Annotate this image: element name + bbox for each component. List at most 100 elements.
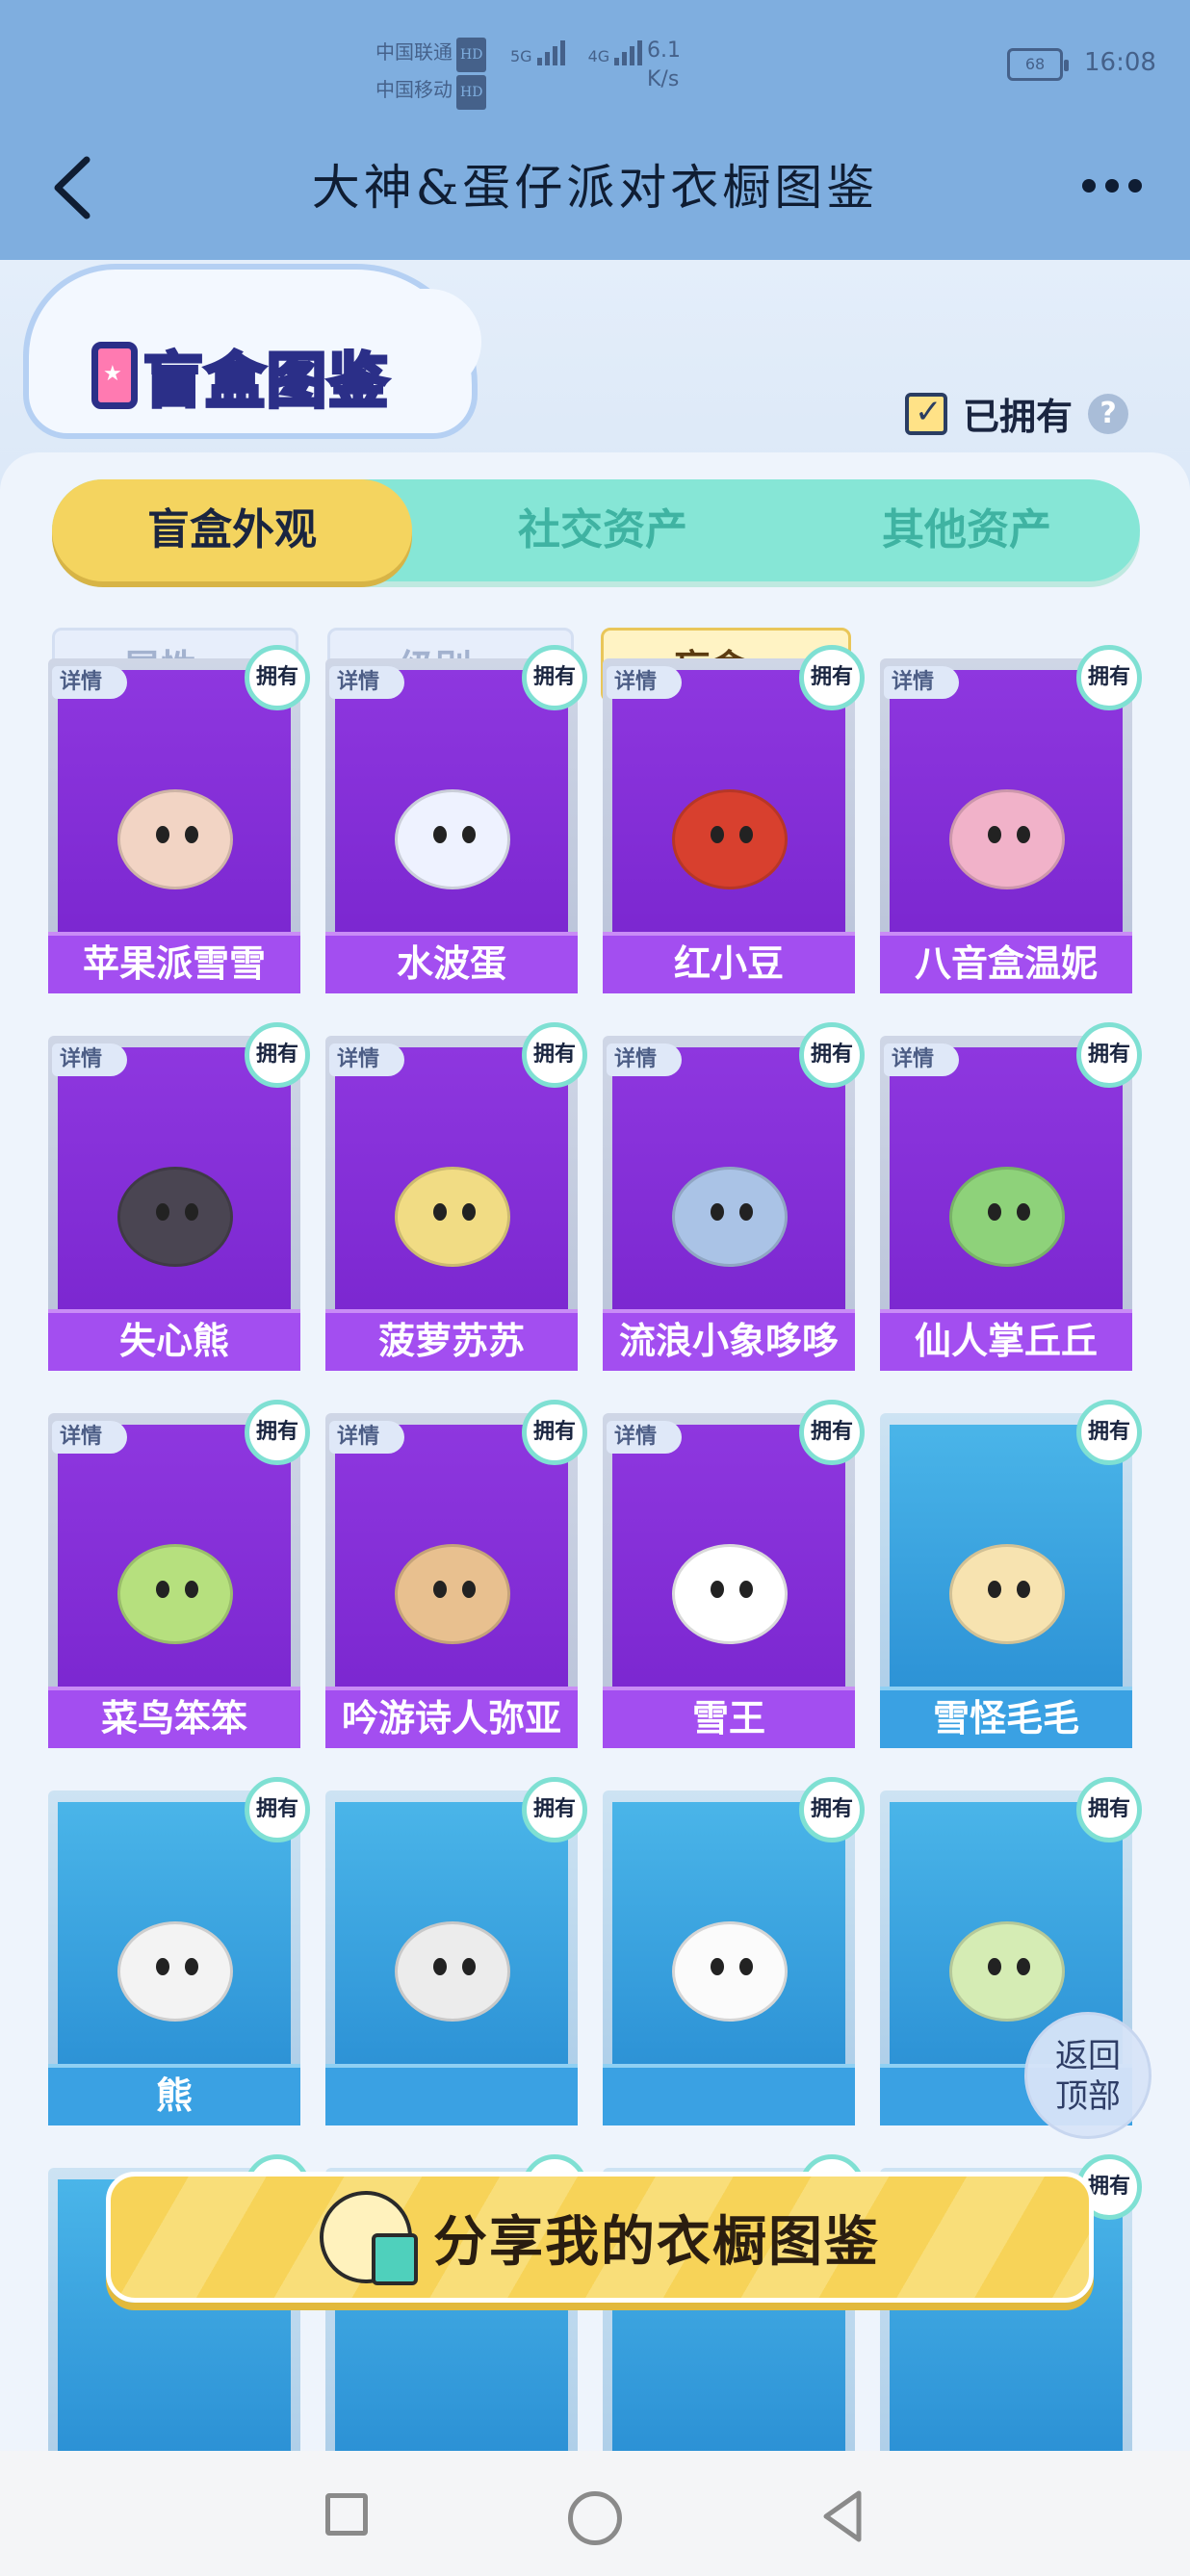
owned-filter[interactable]: 已拥有 ? <box>905 387 1129 440</box>
category-tabs: 盲盒外观 社交资产 其他资产 <box>52 479 1140 581</box>
detail-button[interactable]: 详情 <box>884 666 959 699</box>
home-icon[interactable] <box>568 2491 622 2545</box>
detail-button[interactable]: 详情 <box>329 1421 404 1454</box>
share-button-label: 分享我的衣橱图鉴 <box>433 2210 880 2274</box>
share-mascot-icon <box>320 2191 418 2285</box>
costume-card[interactable]: 水波蛋 详情 拥有 <box>325 645 587 993</box>
costume-card[interactable]: 流浪小象哆哆 详情 拥有 <box>603 1022 865 1371</box>
costume-card[interactable]: 仙人掌丘丘 详情 拥有 <box>880 1022 1142 1371</box>
character-figure <box>112 1525 239 1644</box>
net-speed-value: 6.1 <box>647 39 681 63</box>
character-figure <box>389 1525 516 1644</box>
character-figure <box>112 770 239 889</box>
owned-badge: 拥有 <box>1076 1022 1142 1088</box>
owned-badge: 拥有 <box>799 1777 865 1842</box>
costume-name: 菜鸟笨笨 <box>48 1687 300 1748</box>
character-figure <box>944 1902 1071 2022</box>
page-title: 大神&蛋仔派对衣橱图鉴 <box>311 160 879 216</box>
costume-card[interactable]: 雪王 详情 拥有 <box>603 1400 865 1748</box>
share-wardrobe-button[interactable]: 分享我的衣橱图鉴 <box>106 2172 1094 2303</box>
tab-blind-box-appearance[interactable]: 盲盒外观 <box>52 479 412 581</box>
detail-button[interactable]: 详情 <box>329 666 404 699</box>
costume-name: 苹果派雪雪 <box>48 932 300 993</box>
signal-4g-icon: 4G <box>588 40 643 65</box>
carrier-info: 中国联通 HD 中国移动 HD <box>375 35 487 110</box>
costume-card[interactable]: 雪怪毛毛 拥有 <box>880 1400 1142 1748</box>
costume-name: 雪王 <box>603 1687 855 1748</box>
character-figure <box>666 1525 793 1644</box>
owned-badge: 拥有 <box>799 1400 865 1465</box>
owned-badge: 拥有 <box>245 1022 310 1088</box>
owned-badge: 拥有 <box>522 1400 587 1465</box>
tab-other-assets[interactable]: 其他资产 <box>793 479 1140 581</box>
character-figure <box>112 1147 239 1267</box>
costume-card[interactable]: 失心熊 详情 拥有 <box>48 1022 310 1371</box>
character-figure <box>389 1147 516 1267</box>
detail-button[interactable]: 详情 <box>607 1421 682 1454</box>
costume-card[interactable]: 吟游诗人弥亚 详情 拥有 <box>325 1400 587 1748</box>
detail-button[interactable]: 详情 <box>52 1421 127 1454</box>
help-icon[interactable]: ? <box>1088 393 1129 434</box>
costume-name: 八音盒温妮 <box>880 932 1132 993</box>
costume-name <box>603 2064 855 2125</box>
owned-badge: 拥有 <box>245 1777 310 1842</box>
more-menu-icon[interactable] <box>1082 179 1142 193</box>
costume-card[interactable]: 拥有 <box>603 1777 865 2125</box>
logo-text: 盲盒图鉴 <box>142 344 391 418</box>
costume-card[interactable]: 熊 拥有 <box>48 1777 310 2125</box>
owned-badge: 拥有 <box>1076 1777 1142 1842</box>
costume-card[interactable]: 八音盒温妮 详情 拥有 <box>880 645 1142 993</box>
status-bar: 中国联通 HD 中国移动 HD 5G 4G 6.1 K/s 68 16:08 <box>0 27 1190 110</box>
blind-box-logo: 盲盒图鉴 <box>91 332 390 419</box>
costume-name <box>325 2064 578 2125</box>
detail-button[interactable]: 详情 <box>329 1043 404 1076</box>
character-figure <box>389 770 516 889</box>
detail-button[interactable]: 详情 <box>607 666 682 699</box>
costume-card[interactable]: 拥有 <box>325 1777 587 2125</box>
costume-card[interactable]: 红小豆 详情 拥有 <box>603 645 865 993</box>
return-top-line1: 返回 <box>1055 2037 1121 2075</box>
top-bar: 中国联通 HD 中国移动 HD 5G 4G 6.1 K/s 68 16:08 大神&… <box>0 0 1190 260</box>
costume-name: 菠萝苏苏 <box>325 1309 578 1371</box>
costume-name: 水波蛋 <box>325 932 578 993</box>
character-figure <box>112 1902 239 2022</box>
costume-card[interactable]: 菜鸟笨笨 详情 拥有 <box>48 1400 310 1748</box>
costume-name: 吟游诗人弥亚 <box>325 1687 578 1748</box>
owned-badge: 拥有 <box>799 1022 865 1088</box>
hd-badge-2: HD <box>456 75 487 110</box>
owned-badge: 拥有 <box>522 1022 587 1088</box>
main-content: 盲盒图鉴 已拥有 ? 盲盒外观 社交资产 其他资产 属性 级别 盲盒 机械鼓手贝… <box>0 260 1190 2451</box>
costume-card[interactable]: 菠萝苏苏 详情 拥有 <box>325 1022 587 1371</box>
net-type-2: 4G <box>587 47 610 65</box>
detail-button[interactable]: 详情 <box>607 1043 682 1076</box>
owned-checkbox[interactable] <box>905 392 947 435</box>
battery-icon: 68 <box>1007 48 1069 81</box>
return-top-button[interactable]: 返回 顶部 <box>1024 2012 1151 2139</box>
costume-name: 熊 <box>48 2064 300 2125</box>
net-speed: 6.1 K/s <box>647 37 681 94</box>
owned-badge: 拥有 <box>245 1400 310 1465</box>
owned-badge: 拥有 <box>522 1777 587 1842</box>
costume-name: 雪怪毛毛 <box>880 1687 1132 1748</box>
clock: 16:08 <box>1084 48 1156 77</box>
detail-button[interactable]: 详情 <box>884 1043 959 1076</box>
system-nav-bar <box>0 2451 1190 2576</box>
recent-apps-icon[interactable] <box>325 2493 368 2536</box>
tab-social-assets[interactable]: 社交资产 <box>429 479 776 581</box>
character-figure <box>944 1525 1071 1644</box>
detail-button[interactable]: 详情 <box>52 666 127 699</box>
costume-card[interactable]: 苹果派雪雪 详情 拥有 <box>48 645 310 993</box>
costume-name: 红小豆 <box>603 932 855 993</box>
owned-badge: 拥有 <box>522 645 587 710</box>
detail-button[interactable]: 详情 <box>52 1043 127 1076</box>
character-figure <box>944 770 1071 889</box>
back-triangle-icon[interactable] <box>820 2489 865 2543</box>
costume-name: 流浪小象哆哆 <box>603 1309 855 1371</box>
character-figure <box>666 1147 793 1267</box>
character-figure <box>666 1902 793 2022</box>
carrier-2: 中国移动 <box>375 78 453 101</box>
signal-icons: 5G 4G <box>510 40 643 65</box>
owned-badge: 拥有 <box>1076 1400 1142 1465</box>
character-figure <box>944 1147 1071 1267</box>
owned-badge: 拥有 <box>1076 645 1142 710</box>
